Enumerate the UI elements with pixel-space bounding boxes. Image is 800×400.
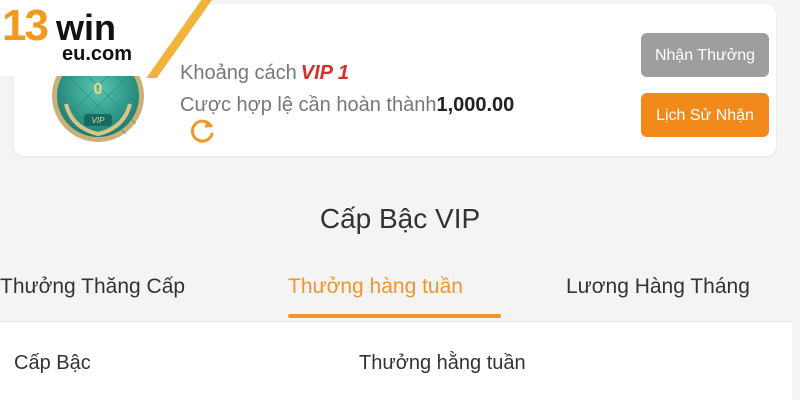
active-tab-indicator	[288, 314, 501, 318]
required-bet-label: Cược hợp lệ cần hoàn thành	[180, 94, 437, 116]
svg-text:VIP: VIP	[92, 116, 106, 125]
logo-word: win	[56, 7, 116, 48]
reward-table: Cấp Bậc Thưởng hằng tuần	[0, 321, 792, 400]
target-vip-level: VIP 1	[300, 62, 349, 84]
required-bet-amount: 1,000.00	[436, 94, 515, 116]
column-header-level: Cấp Bậc	[14, 352, 91, 374]
vip-level-number: 0	[93, 81, 103, 98]
tab-monthly-salary[interactable]: Lương Hàng Tháng	[566, 275, 750, 299]
tab-level-up-reward[interactable]: Thưởng Thăng Cấp	[0, 275, 185, 299]
vip-distance-line: Khoảng cách VIP 1	[180, 62, 349, 85]
page-title: Cấp Bậc VIP	[319, 203, 481, 234]
logo-number: 13	[2, 1, 49, 50]
logo-domain: eu.com	[62, 43, 133, 65]
reward-history-button[interactable]: Lịch Sử Nhận	[641, 93, 769, 137]
brand-logo: 13 win eu.com	[0, 0, 212, 78]
column-header-weekly-reward: Thưởng hằng tuần	[359, 352, 526, 374]
required-bet-line: Cược hợp lệ cần hoàn thành1,000.00	[180, 94, 514, 117]
claim-reward-button[interactable]: Nhận Thưởng	[641, 33, 769, 77]
refresh-icon[interactable]	[188, 117, 218, 143]
tab-weekly-reward[interactable]: Thưởng hàng tuần	[288, 275, 463, 299]
